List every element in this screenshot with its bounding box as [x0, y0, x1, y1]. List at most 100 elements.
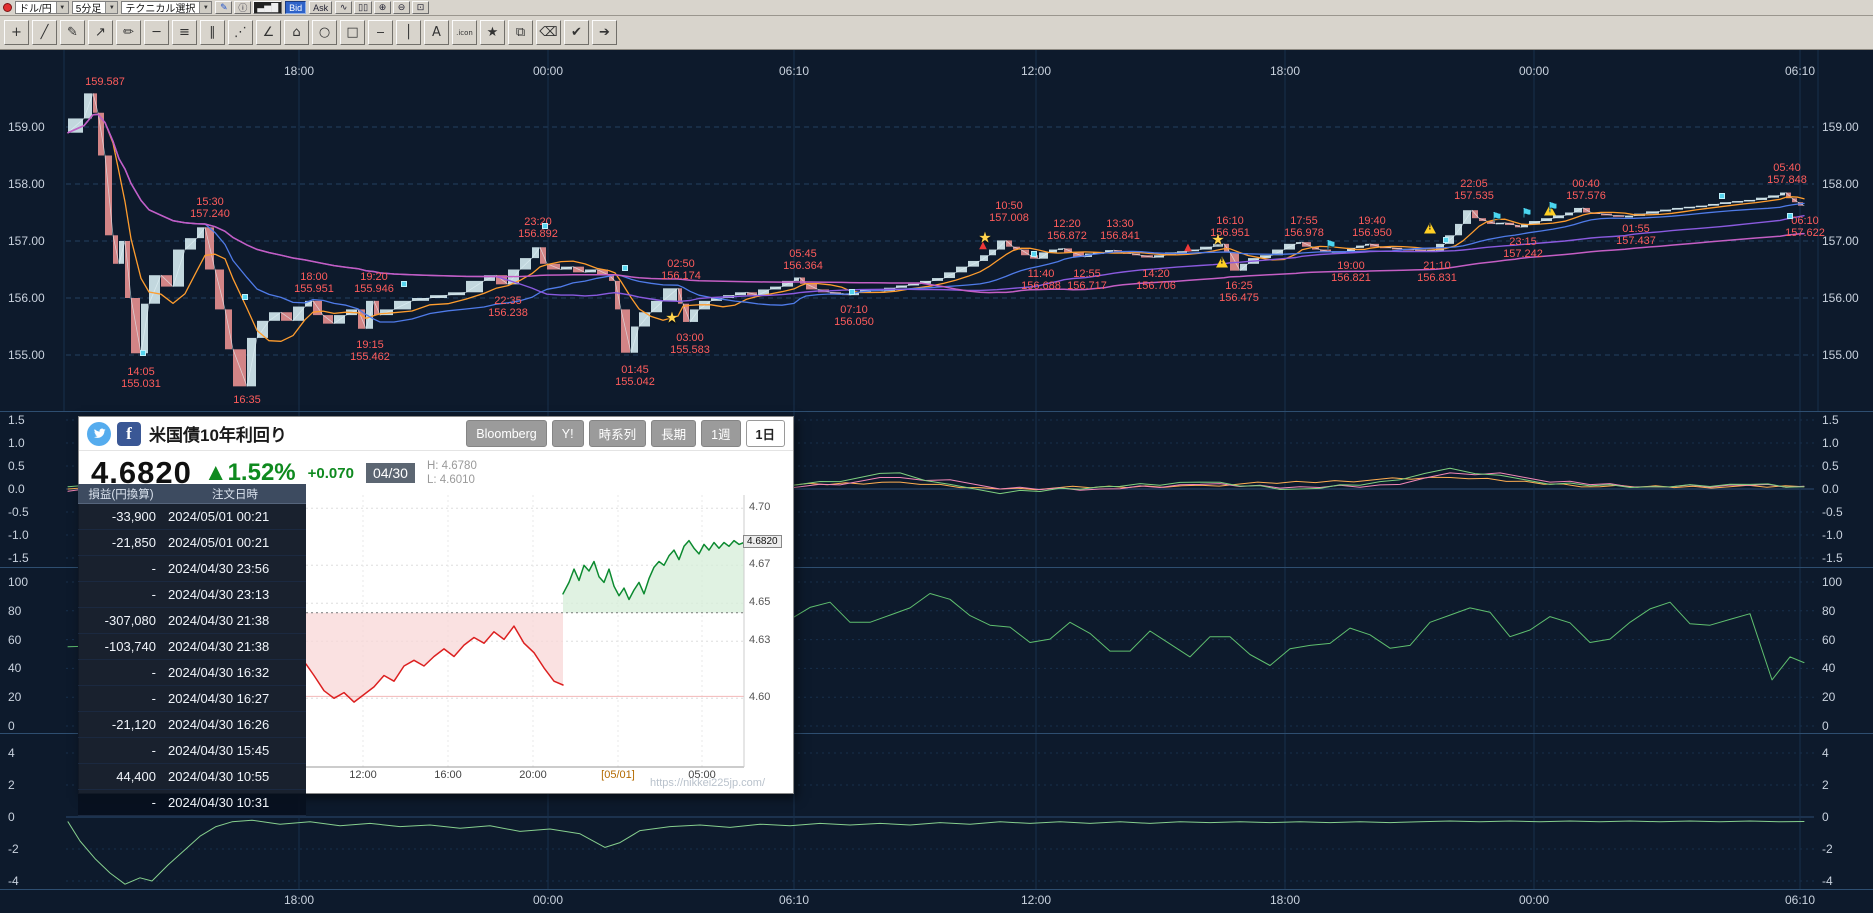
chevron-down-icon[interactable]: ▼ [56, 2, 68, 13]
ellipse-tool[interactable]: ○ [312, 20, 337, 45]
parallel-lines-tool[interactable]: ⋰ [228, 20, 253, 45]
pnl-amount-cell: - [78, 587, 164, 602]
yield-axis-label: 4.63 [749, 634, 770, 646]
horizontal-lines-tool[interactable]: ≡ [172, 20, 197, 45]
pnl-amount-cell: -33,900 [78, 509, 164, 524]
time-axis-label: 00:00 [1519, 893, 1549, 907]
popup-button-長期[interactable]: 長期 [651, 420, 696, 447]
trendline-tool[interactable]: ╱ [32, 20, 57, 45]
table-row[interactable]: -33,9002024/05/01 00:21 [78, 504, 306, 530]
time-axis-label: 00:00 [533, 893, 563, 907]
pnl-date-cell: 2024/04/30 10:55 [164, 769, 306, 784]
table-row[interactable]: -2024/04/30 16:32 [78, 660, 306, 686]
table-row[interactable]: -21,1202024/04/30 16:26 [78, 712, 306, 738]
dash-tool[interactable]: ‒ [368, 20, 393, 45]
pnl-amount-cell: - [78, 795, 164, 810]
eraser-tool[interactable]: ⌫ [536, 20, 561, 45]
facebook-icon[interactable]: f [117, 422, 141, 446]
angle-tool[interactable]: ∠ [256, 20, 281, 45]
technical-select[interactable]: テクニカル選択 ▼ [121, 1, 212, 14]
horizontal-line-tool[interactable]: ─ [144, 20, 169, 45]
pnl-date-cell: 2024/04/30 23:13 [164, 587, 306, 602]
popup-button-Bloomberg[interactable]: Bloomberg [466, 420, 546, 447]
table-row[interactable]: -21,8502024/05/01 00:21 [78, 530, 306, 556]
pnl-amount-cell: - [78, 743, 164, 758]
table-row[interactable]: -2024/04/30 16:27 [78, 686, 306, 712]
popup-title: 米国債10年利回り [149, 421, 287, 446]
popup-button-1日[interactable]: 1日 [746, 420, 785, 447]
popup-button-時系列[interactable]: 時系列 [589, 420, 647, 447]
time-axis-label: 06:10 [1785, 893, 1815, 907]
panel-divider [0, 889, 1873, 890]
pnl-date-cell: 2024/04/30 16:27 [164, 691, 306, 706]
zoom-in-icon[interactable]: ⊕ [374, 1, 391, 14]
crosshair-tool[interactable]: + [4, 20, 29, 45]
yield-high: H: 4.6780 [427, 460, 477, 472]
edit-icon[interactable]: ✎ [215, 1, 232, 14]
pnl-amount-cell: - [78, 691, 164, 706]
watermark: https://nikkei225jp.com/ [650, 777, 765, 789]
app-icon [3, 3, 12, 12]
compare-icon[interactable]: ▯▯ [354, 1, 372, 14]
share-tool[interactable]: ➔ [592, 20, 617, 45]
main-price-chart[interactable] [0, 50, 1873, 412]
pnl-table-header: 損益(円換算) 注文日時 [78, 484, 306, 504]
current-value-tag: 4.6820 [743, 535, 782, 548]
text-tool[interactable]: A [424, 20, 449, 45]
panel-divider [0, 411, 1873, 412]
yield-low: L: 4.6010 [427, 474, 475, 486]
ray-tool[interactable]: ↗ [88, 20, 113, 45]
chevron-down-icon[interactable]: ▼ [105, 2, 117, 13]
yield-axis-label: 4.70 [749, 501, 770, 513]
yield-change-percent: ▲1.52% [204, 459, 296, 487]
timeframe-select[interactable]: 5分足▼ [72, 1, 119, 14]
time-axis-label: 18:00 [1270, 893, 1300, 907]
time-axis-label: 06:10 [779, 893, 809, 907]
pnl-date-cell: 2024/04/30 21:38 [164, 613, 306, 628]
freehand-tool[interactable]: ✏ [116, 20, 141, 45]
pair-select[interactable]: ドル/円▼ [15, 1, 69, 14]
chevron-down-icon[interactable]: ▼ [199, 2, 211, 13]
confirm-tool[interactable]: ✔ [564, 20, 589, 45]
info-icon[interactable]: ⓘ [234, 1, 251, 14]
yield-time-label: 12:00 [349, 769, 377, 781]
pnl-amount-cell: - [78, 561, 164, 576]
table-row[interactable]: -103,7402024/04/30 21:38 [78, 634, 306, 660]
table-row[interactable]: -2024/04/30 23:56 [78, 556, 306, 582]
yield-axis-label: 4.60 [749, 691, 770, 703]
chart-style-icon[interactable]: ▃▅▇ [253, 1, 282, 14]
pnl-amount-cell: -103,740 [78, 639, 164, 654]
popup-button-Y![interactable]: Y! [552, 420, 584, 447]
icon-tool[interactable]: .icon [452, 20, 477, 45]
pnl-amount-cell: -307,080 [78, 613, 164, 628]
pnl-date-cell: 2024/04/30 15:45 [164, 743, 306, 758]
table-row[interactable]: 44,4002024/04/30 10:55 [78, 764, 306, 790]
rectangle-tool[interactable]: □ [340, 20, 365, 45]
popup-button-1週[interactable]: 1週 [701, 420, 740, 447]
bid-button[interactable]: Bid [285, 1, 306, 14]
pnl-amount-cell: 44,400 [78, 769, 164, 784]
trendline-edit-tool[interactable]: ✎ [60, 20, 85, 45]
zoom-area-icon[interactable]: ⊡ [412, 1, 429, 14]
pentagon-tool[interactable]: ⌂ [284, 20, 309, 45]
pnl-amount-cell: -21,850 [78, 535, 164, 550]
vertical-segment-tool[interactable]: │ [396, 20, 421, 45]
zoom-out-icon[interactable]: ⊖ [393, 1, 410, 14]
pnl-date-cell: 2024/05/01 00:21 [164, 509, 306, 524]
twitter-icon[interactable] [87, 422, 111, 446]
technical-select-value: テクニカル選択 [125, 0, 195, 15]
yield-time-label: 16:00 [434, 769, 462, 781]
pnl-header-amount: 損益(円換算) [78, 486, 164, 502]
table-row[interactable]: -2024/04/30 23:13 [78, 582, 306, 608]
yield-time-label: [05/01] [601, 769, 635, 781]
yield-time-label: 20:00 [519, 769, 547, 781]
timeframe-select-value: 5分足 [76, 0, 102, 15]
stamp-tool[interactable]: ★ [480, 20, 505, 45]
ask-button[interactable]: Ask [309, 1, 332, 14]
vertical-lines-tool[interactable]: ∥ [200, 20, 225, 45]
table-row[interactable]: -307,0802024/04/30 21:38 [78, 608, 306, 634]
wave-icon[interactable]: ∿ [335, 1, 352, 14]
table-row[interactable]: -2024/04/30 10:31 [78, 790, 306, 816]
table-row[interactable]: -2024/04/30 15:45 [78, 738, 306, 764]
copy-tool[interactable]: ⧉ [508, 20, 533, 45]
